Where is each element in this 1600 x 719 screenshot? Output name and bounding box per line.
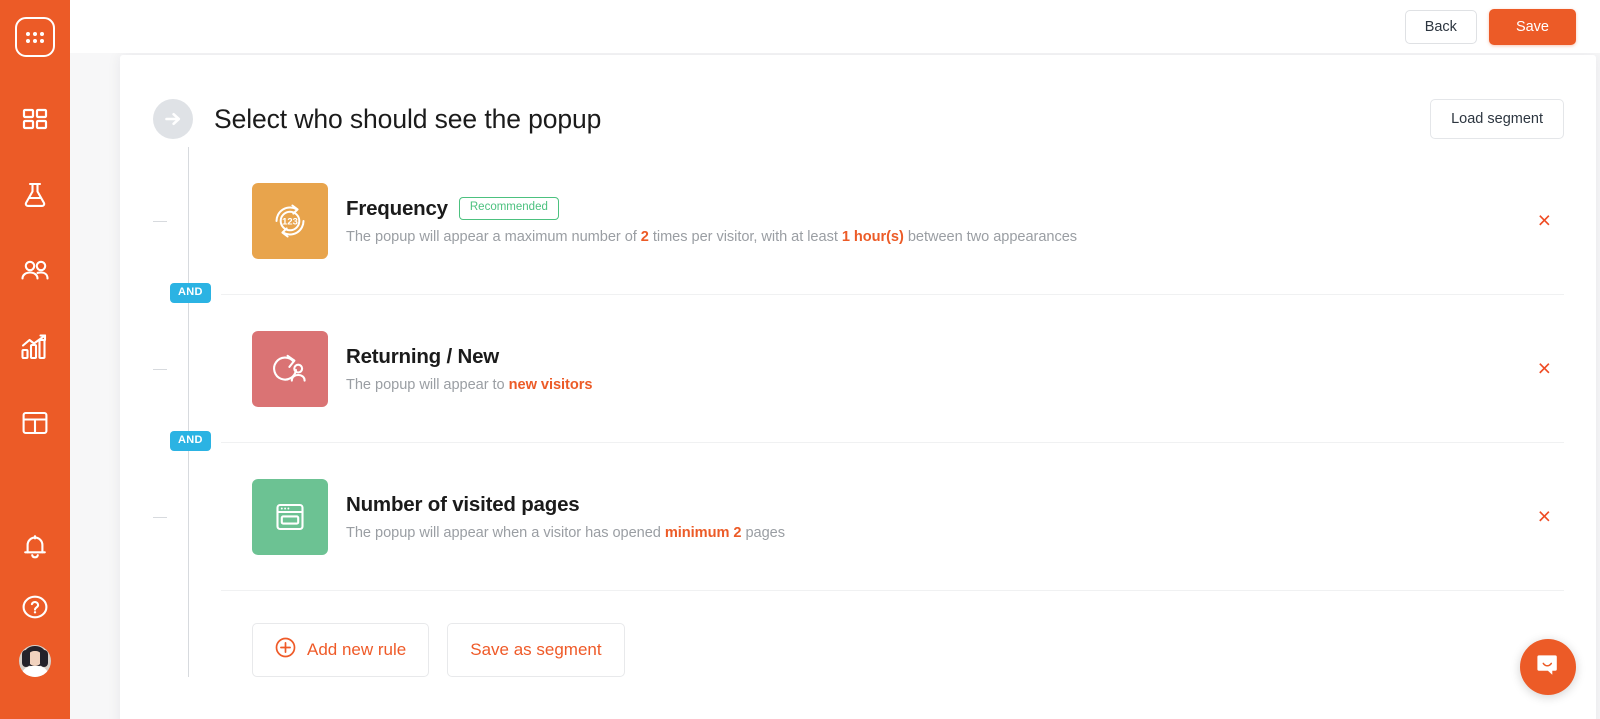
- frequency-123-refresh-icon: 123: [252, 182, 328, 259]
- rule-title: Number of visited pages: [346, 492, 580, 516]
- app-root: Back Save Select who should see the popu…: [0, 0, 1600, 719]
- rule-description: The popup will appear when a visitor has…: [346, 524, 785, 541]
- svg-text:123: 123: [282, 215, 298, 226]
- rules-footer: Add new rule Save as segment: [153, 591, 1564, 677]
- content-stage: Select who should see the popup Load seg…: [70, 53, 1600, 719]
- rule-body: Returning / New The popup will appear to…: [346, 345, 1530, 393]
- browser-window-pages-icon: [252, 478, 328, 555]
- back-button[interactable]: Back: [1404, 9, 1477, 44]
- arrow-right-circle-icon: [153, 99, 193, 139]
- load-segment-button[interactable]: Load segment: [1430, 99, 1564, 139]
- sidebar-item-dashboard[interactable]: [0, 93, 70, 145]
- rule-description: The popup will appear to new visitors: [346, 376, 593, 393]
- rule-title: Frequency: [346, 196, 448, 220]
- connector-tick: [153, 516, 167, 518]
- remove-rule-button[interactable]: ×: [1530, 501, 1559, 532]
- intercom-launcher[interactable]: [1520, 639, 1576, 695]
- add-new-rule-label: Add new rule: [307, 640, 407, 659]
- connector-tick: [153, 220, 167, 222]
- rule-row-visited-pages[interactable]: Number of visited pages The popup will a…: [153, 443, 1564, 590]
- add-new-rule-button[interactable]: Add new rule: [252, 623, 430, 677]
- page-title: Select who should see the popup: [214, 103, 602, 134]
- returning-new-visitor-icon: [252, 330, 328, 407]
- main-area: Back Save Select who should see the popu…: [70, 0, 1600, 719]
- dashboard-grid-icon: [22, 106, 48, 132]
- layout-panels-icon: [22, 411, 48, 435]
- bell-icon: [23, 534, 47, 560]
- rule-body: Frequency Recommended The popup will app…: [346, 197, 1530, 245]
- save-as-segment-button[interactable]: Save as segment: [447, 623, 625, 677]
- sidebar-item-notifications[interactable]: [0, 521, 70, 573]
- user-avatar[interactable]: [19, 645, 51, 677]
- remove-rule-button[interactable]: ×: [1530, 205, 1559, 236]
- grid-dots-logo-icon: [26, 31, 44, 43]
- rule-row-returning-new[interactable]: Returning / New The popup will appear to…: [153, 295, 1564, 442]
- main-sidebar: [0, 0, 70, 719]
- sidebar-item-analytics[interactable]: [0, 321, 70, 373]
- sidebar-item-experiments[interactable]: [0, 169, 70, 221]
- plus-circle-icon: [275, 637, 296, 663]
- rules-list: 123 Frequency Recommended The popup will…: [120, 147, 1596, 677]
- sidebar-item-templates[interactable]: [0, 397, 70, 449]
- bar-chart-growth-icon: [21, 334, 49, 360]
- rule-description: The popup will appear a maximum number o…: [346, 228, 1078, 245]
- card-header: Select who should see the popup Load seg…: [120, 55, 1596, 147]
- rule-title: Returning / New: [346, 344, 500, 368]
- rule-body: Number of visited pages The popup will a…: [346, 493, 1530, 541]
- recommended-badge: Recommended: [458, 197, 559, 220]
- flask-icon: [22, 181, 48, 209]
- app-logo[interactable]: [15, 17, 55, 57]
- top-toolbar: Back Save: [70, 0, 1600, 53]
- segment-rules-card: Select who should see the popup Load seg…: [120, 55, 1596, 719]
- users-icon: [20, 259, 50, 283]
- rule-row-frequency[interactable]: 123 Frequency Recommended The popup will…: [153, 147, 1564, 294]
- save-as-segment-label: Save as segment: [470, 640, 602, 659]
- sidebar-item-audience[interactable]: [0, 245, 70, 297]
- question-circle-icon: [22, 594, 48, 620]
- sidebar-item-help[interactable]: [0, 581, 70, 633]
- chat-bubble-icon: [1534, 651, 1562, 684]
- save-button[interactable]: Save: [1488, 8, 1576, 45]
- connector-tick: [153, 368, 167, 370]
- remove-rule-button[interactable]: ×: [1530, 353, 1559, 384]
